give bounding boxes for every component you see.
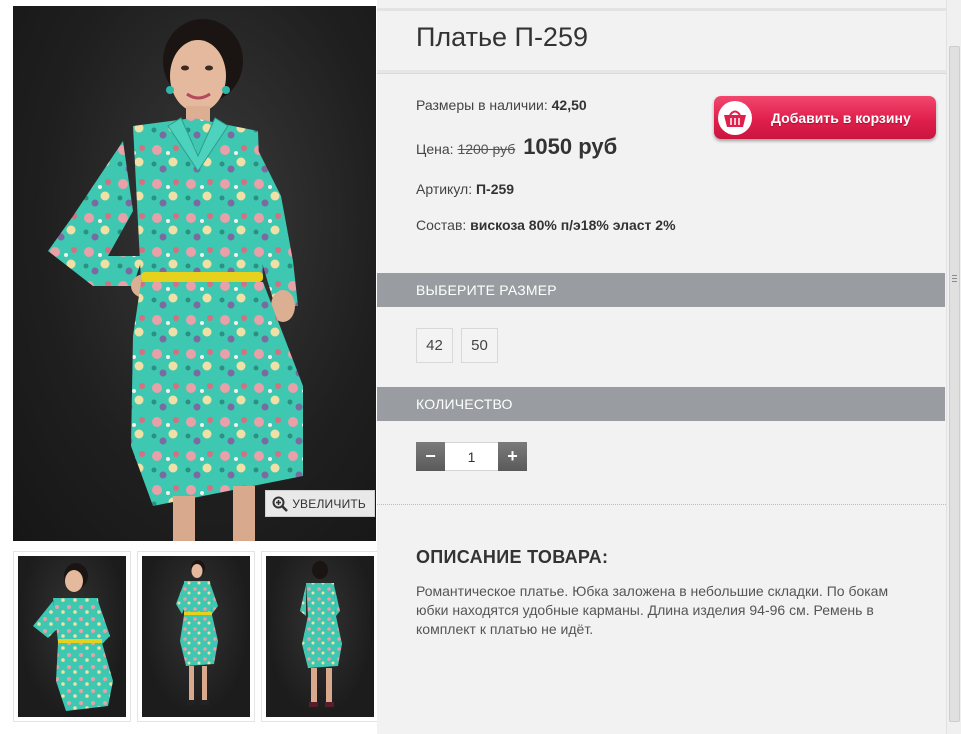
zoom-button[interactable]: УВЕЛИЧИТЬ: [265, 490, 375, 517]
scrollbar-thumb[interactable]: [949, 46, 960, 722]
description-heading: ОПИСАНИЕ ТОВАРА:: [416, 547, 609, 567]
available-sizes: Размеры в наличии: 42,50: [416, 97, 587, 113]
price-label: Цена:: [416, 141, 454, 157]
magnifier-plus-icon: [272, 496, 289, 512]
available-sizes-value: 42,50: [551, 97, 587, 113]
product-title: Платье П-259: [416, 22, 588, 52]
product-page: УВЕЛИЧИТЬ Платье П-259 Размеры в наличии…: [0, 0, 961, 734]
composition-value: вискоза 80% п/э18% эласт 2%: [470, 217, 676, 233]
quantity-decrease-button[interactable]: −: [416, 442, 445, 471]
quantity-input[interactable]: [445, 442, 498, 471]
sku-value: П-259: [475, 181, 515, 197]
size-section-header: ВЫБЕРИТЕ РАЗМЕР: [377, 273, 945, 307]
thumbnail-front-view[interactable]: [13, 551, 131, 722]
add-to-cart-label: Добавить в корзину: [771, 109, 911, 126]
available-sizes-label: Размеры в наличии:: [416, 97, 548, 113]
description-text: Романтическое платье. Юбка заложена в не…: [416, 583, 889, 637]
sku: Артикул: П-259: [416, 181, 514, 197]
thumbnail-image: [33, 563, 113, 711]
sku-label: Артикул:: [416, 181, 473, 197]
composition-label: Состав:: [416, 217, 467, 233]
model-in-dress-image: [48, 19, 303, 541]
scroll-grip-icon: [952, 275, 957, 284]
quantity-section-header: КОЛИЧЕСТВО: [377, 387, 945, 421]
quantity-increase-button[interactable]: +: [498, 442, 527, 471]
thumbnail-image: [300, 561, 342, 707]
size-option-42[interactable]: 42: [416, 328, 453, 363]
composition: Состав: вискоза 80% п/э18% эласт 2%: [416, 216, 716, 235]
size-option-50[interactable]: 50: [461, 328, 498, 363]
thumbnail-full-length-view[interactable]: [137, 551, 255, 722]
quantity-stepper: − +: [416, 442, 527, 471]
price: Цена: 1200 руб 1050 руб: [416, 134, 617, 160]
divider: [377, 504, 946, 505]
product-info-panel: Платье П-259 Размеры в наличии: 42,50 Це…: [377, 0, 946, 734]
main-product-photo[interactable]: УВЕЛИЧИТЬ: [13, 6, 376, 541]
current-price: 1050 руб: [523, 134, 618, 159]
thumbnail-strip: [13, 551, 379, 722]
divider: [377, 70, 946, 74]
add-to-cart-button[interactable]: Добавить в корзину: [714, 96, 936, 139]
cart-icon-holder: [718, 100, 752, 135]
thumbnail-back-view[interactable]: [261, 551, 379, 722]
old-price: 1200 руб: [457, 141, 516, 157]
divider: [377, 8, 946, 11]
vertical-scrollbar[interactable]: [946, 0, 961, 734]
zoom-button-label: УВЕЛИЧИТЬ: [292, 496, 366, 511]
shopping-basket-icon: [724, 110, 746, 127]
thumbnail-image: [176, 560, 218, 705]
